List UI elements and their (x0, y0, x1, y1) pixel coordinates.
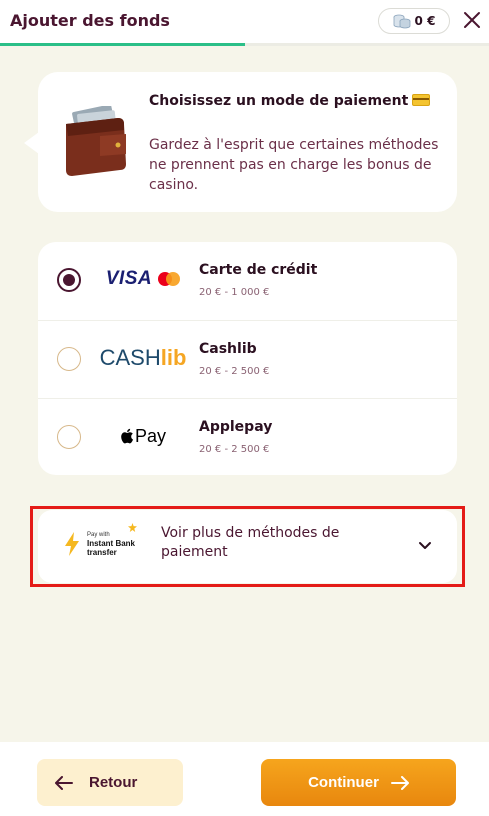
info-text: Gardez à l'esprit que certaines méthodes… (149, 137, 439, 193)
radio-applepay[interactable] (57, 425, 81, 449)
more-methods-button[interactable]: Pay with Instant Bank transfer Voir plus… (38, 510, 457, 583)
radio-cashlib[interactable] (57, 347, 81, 371)
credit-card-icon (412, 94, 431, 106)
star-icon (128, 523, 137, 532)
back-button[interactable]: Retour (37, 759, 183, 806)
footer: Retour Continuer (0, 742, 489, 816)
info-title: Choisissez un mode de paiement (149, 92, 439, 111)
applepay-logo: Pay (98, 421, 188, 451)
arrow-right-icon (390, 775, 409, 790)
radio-credit-card[interactable] (57, 268, 81, 292)
header: Ajouter des fonds 0 € (0, 0, 489, 46)
chevron-down-icon[interactable] (416, 536, 434, 554)
method-name: Cashlib (199, 341, 257, 357)
close-icon[interactable] (462, 10, 482, 30)
lightning-icon (65, 532, 79, 556)
continue-label: Continuer (308, 774, 379, 791)
wallet-icon (66, 106, 126, 176)
mastercard-icon (158, 272, 181, 286)
page-title: Ajouter des fonds (10, 11, 170, 30)
payment-methods-list: VISA Carte de crédit 20 € - 1 000 € CASH… (38, 242, 457, 475)
payment-method-cashlib[interactable]: CASH lib Cashlib 20 € - 2 500 € (38, 320, 457, 397)
method-name: Carte de crédit (199, 262, 318, 278)
method-range: 20 € - 2 500 € (199, 366, 270, 377)
coins-icon (393, 14, 410, 29)
progress-bar (0, 43, 245, 46)
balance-amount: 0 € (414, 14, 436, 28)
back-label: Retour (89, 774, 138, 791)
apple-icon (121, 428, 133, 444)
payment-method-applepay[interactable]: Pay Applepay 20 € - 2 500 € (38, 398, 457, 475)
arrow-left-icon (55, 775, 73, 790)
payment-method-credit-card[interactable]: VISA Carte de crédit 20 € - 1 000 € (38, 242, 457, 319)
instant-bank-transfer-logo: Pay with Instant Bank transfer (64, 522, 144, 568)
continue-button[interactable]: Continuer (261, 759, 456, 806)
visa-mastercard-logo: VISA (98, 264, 188, 294)
balance-badge[interactable]: 0 € (378, 8, 450, 34)
more-methods-label: Voir plus de méthodes de paiement (161, 525, 340, 560)
method-range: 20 € - 1 000 € (199, 287, 270, 298)
info-card: Choisissez un mode de paiement Gardez à … (24, 72, 457, 212)
cashlib-logo: CASH lib (99, 345, 187, 370)
method-range: 20 € - 2 500 € (199, 444, 270, 455)
method-name: Applepay (199, 419, 273, 435)
